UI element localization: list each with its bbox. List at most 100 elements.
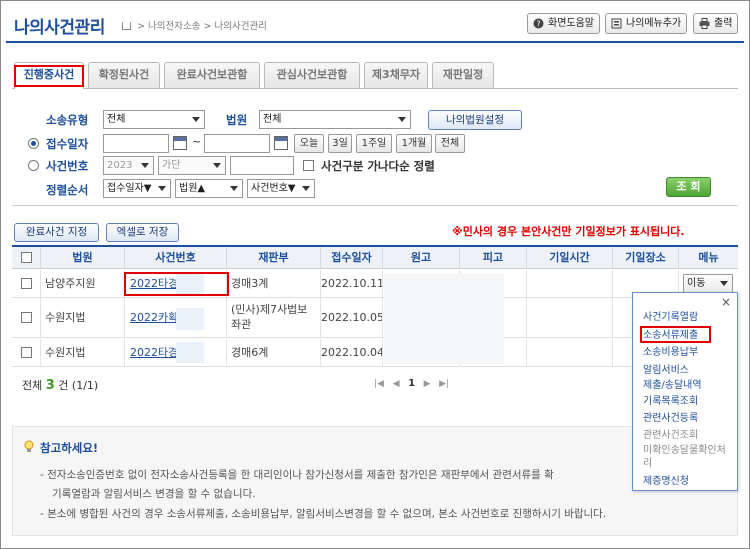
select-all-checkbox[interactable]: [21, 252, 32, 263]
row-checkbox[interactable]: [21, 347, 32, 358]
one-week-button[interactable]: 1주일: [356, 134, 392, 153]
menu-item-view-related-case[interactable]: 관련사건조회: [643, 429, 698, 442]
move-menu-popup: × 사건기록열람 소송서류제출 소송비용납부 알림서비스 제출/송달내역 기록목…: [632, 292, 738, 491]
one-month-button[interactable]: 1개월: [396, 134, 432, 153]
civil-case-notice: ※민사의 경우 본안사건만 기일정보가 표시됩니다.: [452, 225, 685, 238]
calendar-icon[interactable]: [274, 136, 288, 150]
note-line: - 본소에 병합된 사건의 경우 소송서류제출, 소송비용납부, 알림서비스변경…: [40, 508, 607, 520]
date-separator: ~: [192, 135, 202, 148]
menu-item-alert-service[interactable]: 알림서비스: [643, 364, 689, 377]
case-number-label: 사건번호: [46, 159, 89, 173]
end-date-input[interactable]: [204, 134, 270, 153]
home-icon[interactable]: [122, 22, 131, 30]
menu-item-unconfirmed-delivery[interactable]: 미확인송달물확인처리: [643, 444, 727, 470]
pagination: |◀ ◀ 1 ▶ ▶|: [374, 378, 449, 389]
menu-item-record-list[interactable]: 기록목록조회: [643, 395, 698, 408]
case-number-link[interactable]: 2022타경: [130, 346, 178, 359]
total-count: 전체 3 건 (1/1): [22, 378, 99, 393]
column-header-hearing-time: 기일시간: [526, 247, 612, 269]
case-number-input[interactable]: [230, 156, 294, 175]
printer-icon: [699, 18, 710, 29]
case-sort-checkbox[interactable]: [303, 160, 314, 171]
tab-interest-archive[interactable]: 관심사건보관함: [264, 62, 360, 88]
table-row: 수원지법 2022타경 경매6계 2022.10.04: [12, 339, 738, 367]
menu-item-submission-history[interactable]: 제출/송달내역: [643, 379, 702, 392]
hearing-time-cell: [526, 298, 612, 337]
row-checkbox[interactable]: [21, 312, 32, 323]
search-button[interactable]: 조 회: [666, 177, 711, 197]
lightbulb-icon: [24, 440, 34, 452]
case-number-link[interactable]: 2022카확: [130, 311, 178, 324]
table-row: 남양주지원 2022타경 경매3계 2022.10.11 이동: [12, 270, 738, 298]
row-checkbox[interactable]: [21, 278, 32, 289]
court-select[interactable]: 전체: [259, 110, 411, 129]
column-header-plaintiff: 원고: [382, 247, 459, 269]
prev-page-icon[interactable]: ◀: [393, 379, 400, 389]
menu-item-register-related-case[interactable]: 관련사건등록: [643, 412, 698, 425]
sort-case-number-select[interactable]: 사건번호▼: [247, 179, 315, 198]
case-number-radio[interactable]: [28, 160, 39, 171]
table-header: 법원 사건번호 재판부 접수일자 원고 피고 기일시간 기일장소 메뉴: [12, 245, 738, 269]
tab-completed-archive[interactable]: 완료사건보관함: [164, 62, 260, 88]
start-date-input[interactable]: [103, 134, 169, 153]
calendar-icon[interactable]: [173, 136, 187, 150]
current-page[interactable]: 1: [408, 378, 415, 389]
my-court-setting-button[interactable]: 나의법원설정: [428, 110, 522, 130]
first-page-icon[interactable]: |◀: [374, 379, 384, 389]
masked-area: [176, 308, 204, 330]
masked-party-area: [384, 274, 504, 364]
case-number-cell: 2022타경: [124, 339, 226, 366]
division-cell: 경매6계: [226, 339, 320, 366]
breadcrumb-item[interactable]: 나의전자소송: [148, 21, 200, 32]
move-menu-button[interactable]: 이동: [683, 274, 733, 293]
court-cell: 남양주지원: [40, 270, 124, 297]
add-my-menu-button[interactable]: 나의메뉴추가: [605, 13, 688, 34]
hearing-time-cell: [526, 270, 612, 297]
highlight-box: [14, 65, 84, 87]
column-header-division: 재판부: [226, 247, 320, 269]
next-page-icon[interactable]: ▶: [424, 379, 431, 389]
print-button[interactable]: 출력: [693, 13, 739, 34]
note-line: - 전자소송인증번호 없이 전자소송사건등록을 한 대리인이나 참가신청서를 제…: [40, 469, 554, 481]
column-header-hearing-place: 기일장소: [612, 247, 678, 269]
page-title: 나의사건관리: [14, 18, 105, 38]
year-select[interactable]: 2023: [103, 156, 154, 175]
division-cell: (민사)제7사법보좌관: [226, 298, 320, 337]
three-days-button[interactable]: 3일: [328, 134, 352, 153]
sort-receipt-date-select[interactable]: 접수일자▼: [103, 179, 171, 198]
case-type-select[interactable]: 가단: [158, 156, 226, 175]
help-icon: ?: [533, 18, 544, 29]
receipt-date-cell: 2022.10.11: [320, 270, 382, 297]
note-line: 기록열람과 알림서비스 변경을 할 수 없습니다.: [52, 488, 256, 500]
all-period-button[interactable]: 전체: [435, 134, 465, 153]
table-row: 수원지법 2022카확 (민사)제7사법보좌관 2022.10.05: [12, 298, 738, 338]
tab-third-debtor[interactable]: 제3채무자: [364, 62, 428, 88]
court-cell: 수원지법: [40, 298, 124, 337]
mark-completed-button[interactable]: 완료사건 지정: [14, 223, 99, 242]
receipt-date-radio[interactable]: [28, 138, 39, 149]
column-header-defendant: 피고: [459, 247, 526, 269]
sort-court-select[interactable]: 법원▲: [175, 179, 243, 198]
receipt-date-label: 접수일자: [46, 137, 89, 151]
menu-item-case-record-view[interactable]: 사건기록열람: [643, 311, 698, 324]
help-button[interactable]: ? 화면도움말: [527, 13, 600, 34]
sort-order-label: 정렬순서: [46, 183, 89, 197]
menu-item-pay-costs[interactable]: 소송비용납부: [643, 346, 698, 359]
svg-text:?: ?: [536, 20, 540, 29]
tab-divider: [12, 88, 738, 89]
tab-trial-schedule[interactable]: 재판일정: [432, 62, 494, 88]
hearing-time-cell: [526, 339, 612, 366]
column-header-menu: 메뉴: [678, 247, 738, 269]
column-header-case-number: 사건번호: [124, 247, 226, 269]
close-icon[interactable]: ×: [721, 295, 731, 309]
panel-divider: [12, 205, 738, 206]
highlight-box: [640, 326, 711, 343]
tab-confirmed[interactable]: 확정된사건: [88, 62, 160, 88]
menu-item-certificate-request[interactable]: 제증명신청: [643, 475, 689, 488]
last-page-icon[interactable]: ▶|: [439, 379, 449, 389]
highlight-box: [124, 272, 229, 296]
column-header-court: 법원: [40, 247, 124, 269]
excel-export-button[interactable]: 엑셀로 저장: [106, 223, 179, 242]
today-button[interactable]: 오늘: [294, 134, 324, 153]
litigation-type-select[interactable]: 전체: [103, 110, 205, 129]
